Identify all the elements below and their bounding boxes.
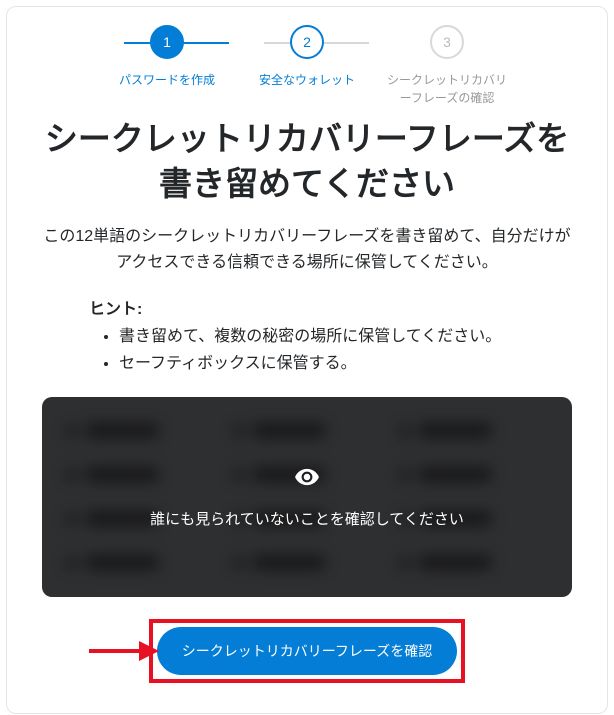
hints-list: 書き留めて、複数の秘密の場所に保管してください。 セーフティボックスに保管する。	[119, 325, 537, 377]
step-1: 1 パスワードを作成	[97, 25, 237, 89]
eye-icon	[294, 464, 320, 490]
step-3-label: シークレットリカバリーフレーズの確認	[382, 71, 512, 107]
seed-phrase-box[interactable]: 誰にも見られていないことを確認してください	[42, 397, 572, 597]
description: この12単語のシークレットリカバリーフレーズを書き留めて、自分だけがアクセスでき…	[37, 224, 577, 275]
step-2: 2 安全なウォレット	[237, 25, 377, 89]
stepper: 1 パスワードを作成 2 安全なウォレット 3 シークレットリカバリーフレーズの…	[37, 25, 577, 107]
step-3: 3 シークレットリカバリーフレーズの確認	[377, 25, 517, 107]
seed-reveal-overlay[interactable]: 誰にも見られていないことを確認してください	[42, 397, 572, 597]
step-2-label: 安全なウォレット	[259, 71, 355, 89]
hints-title: ヒント:	[89, 295, 537, 319]
step-3-circle: 3	[430, 25, 464, 59]
highlight-box: シークレットリカバリーフレーズを確認	[149, 619, 465, 683]
seed-reveal-prompt: 誰にも見られていないことを確認してください	[150, 508, 464, 529]
onboarding-card: 1 パスワードを作成 2 安全なウォレット 3 シークレットリカバリーフレーズの…	[6, 6, 608, 714]
highlight-arrow-icon	[87, 639, 159, 663]
hint-item: 書き留めて、複数の秘密の場所に保管してください。	[119, 325, 537, 350]
hint-item: セーフティボックスに保管する。	[119, 352, 537, 377]
step-2-circle: 2	[290, 25, 324, 59]
step-1-circle: 1	[150, 25, 184, 59]
page-title: シークレットリカバリーフレーズを書き留めてください	[37, 117, 577, 206]
hints-section: ヒント: 書き留めて、複数の秘密の場所に保管してください。 セーフティボックスに…	[89, 295, 537, 377]
action-row: シークレットリカバリーフレーズを確認	[37, 619, 577, 683]
confirm-seed-button[interactable]: シークレットリカバリーフレーズを確認	[157, 627, 457, 675]
step-1-label: パスワードを作成	[119, 71, 215, 89]
